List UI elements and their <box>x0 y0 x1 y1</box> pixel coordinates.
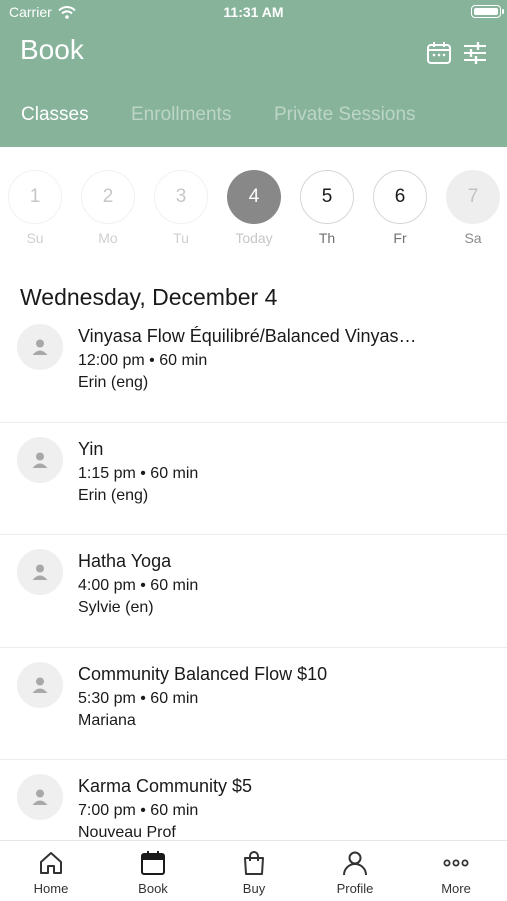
class-name: Yin <box>78 438 104 459</box>
day-label: Sa <box>464 230 482 246</box>
nav-more[interactable]: More <box>416 849 496 896</box>
class-row[interactable]: Hatha Yoga 4:00 pm • 60 min Sylvie (en) <box>0 535 507 648</box>
class-time: 12:00 pm • 60 min <box>78 352 208 369</box>
person-placeholder-icon <box>32 339 48 355</box>
person-placeholder-icon <box>32 452 48 468</box>
day-sunday[interactable]: 1 Su <box>7 170 63 246</box>
class-name: Vinyasa Flow Équilibré/Balanced Vinyas… <box>78 326 417 346</box>
day-saturday[interactable]: 7 Sa <box>445 170 501 246</box>
instructor-avatar <box>17 324 63 370</box>
day-number: 2 <box>81 170 135 224</box>
home-icon <box>40 852 62 874</box>
calendar-icon <box>141 851 165 875</box>
class-name: Hatha Yoga <box>78 551 172 571</box>
nav-home[interactable]: Home <box>11 849 91 896</box>
day-friday[interactable]: 6 Fr <box>372 170 428 246</box>
class-name: Karma Community $5 <box>78 776 253 796</box>
shopping-bag-icon <box>244 851 264 875</box>
day-number: 5 <box>300 170 354 224</box>
class-row[interactable]: Yin 1:15 pm • 60 min Erin (eng) <box>0 423 507 535</box>
day-label: Mo <box>98 230 118 246</box>
sliders-icon[interactable] <box>462 40 488 66</box>
day-monday[interactable]: 2 Mo <box>80 170 136 246</box>
class-time: 4:00 pm • 60 min <box>78 577 199 594</box>
class-time: 5:30 pm • 60 min <box>78 689 199 707</box>
class-time: 7:00 pm • 60 min <box>78 802 199 819</box>
tab-classes[interactable]: Classes <box>21 104 89 126</box>
day-number: 6 <box>373 170 427 224</box>
battery-icon <box>471 5 504 18</box>
day-label: Fr <box>393 230 407 246</box>
class-instructor: Erin (eng) <box>78 374 149 391</box>
day-label: Tu <box>173 230 189 246</box>
day-today[interactable]: 4 Today <box>226 170 282 246</box>
class-instructor: Sylvie (en) <box>78 599 154 616</box>
tab-private-sessions[interactable]: Private Sessions <box>274 104 416 126</box>
instructor-avatar <box>17 774 63 820</box>
class-row[interactable]: Karma Community $5 7:00 pm • 60 min Nouv… <box>0 760 507 840</box>
day-thursday[interactable]: 5 Th <box>299 170 355 246</box>
instructor-avatar <box>17 436 63 483</box>
day-number: 4 <box>227 170 281 224</box>
day-number: 7 <box>446 170 500 224</box>
status-bar: Carrier 11:31 AM <box>0 0 507 24</box>
day-number: 3 <box>154 170 208 224</box>
nav-label: More <box>441 881 471 896</box>
nav-profile[interactable]: Profile <box>315 849 395 896</box>
nav-buy[interactable]: Buy <box>214 849 294 896</box>
tab-enrollments[interactable]: Enrollments <box>131 104 231 126</box>
class-row[interactable]: Community Balanced Flow $10 5:30 pm • 60… <box>0 648 507 760</box>
person-placeholder-icon <box>32 677 48 693</box>
bottom-nav: Home Book Buy Profile More <box>0 840 507 901</box>
page-title: Book <box>20 34 84 65</box>
person-icon <box>343 851 367 876</box>
day-tuesday[interactable]: 3 Tu <box>153 170 209 246</box>
day-label: Th <box>318 230 336 246</box>
date-heading: Wednesday, December 4 <box>20 284 278 310</box>
class-name: Community Balanced Flow $10 <box>78 663 328 684</box>
calendar-icon[interactable] <box>426 40 452 66</box>
instructor-avatar <box>17 549 63 595</box>
week-day-picker: 1 Su 2 Mo 3 Tu 4 Today 5 Th 6 Fr 7 Sa <box>0 168 507 248</box>
nav-label: Book <box>138 881 168 896</box>
class-instructor: Nouveau Prof <box>78 824 176 840</box>
tab-bar: Classes Enrollments Private Sessions <box>0 104 507 130</box>
nav-label: Buy <box>242 881 266 896</box>
day-number: 1 <box>8 170 62 224</box>
nav-label: Home <box>33 881 69 896</box>
day-label: Today <box>235 230 273 246</box>
app-header: Carrier 11:31 AM Book Classes Enrollment… <box>0 0 507 147</box>
class-instructor: Erin (eng) <box>78 486 149 504</box>
class-time: 1:15 pm • 60 min <box>78 464 199 482</box>
nav-label: Profile <box>336 881 374 896</box>
class-instructor: Mariana <box>78 711 136 729</box>
nav-book[interactable]: Book <box>113 849 193 896</box>
class-row[interactable]: Vinyasa Flow Équilibré/Balanced Vinyas… … <box>0 310 507 423</box>
status-time: 11:31 AM <box>223 4 284 20</box>
class-list: Vinyasa Flow Équilibré/Balanced Vinyas… … <box>0 310 507 840</box>
person-placeholder-icon <box>32 789 48 805</box>
person-placeholder-icon <box>32 564 48 580</box>
more-icon <box>443 859 469 867</box>
instructor-avatar <box>17 661 63 708</box>
day-label: Su <box>26 230 44 246</box>
